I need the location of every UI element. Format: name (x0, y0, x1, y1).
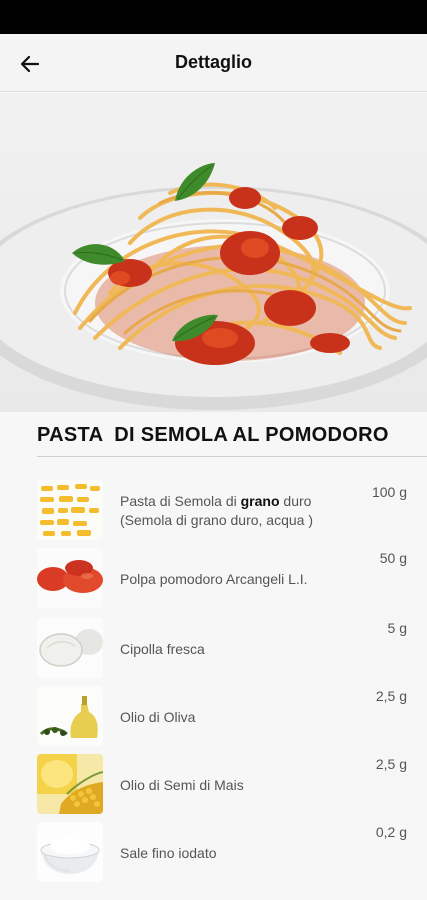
ingredient-name: Pasta di Semola di grano duro (Semola di… (120, 493, 313, 528)
ingredient-name: Cipolla fresca (120, 641, 205, 657)
title-divider (37, 456, 427, 457)
page-title: Dettaglio (174, 52, 252, 72)
ingredient-quantity: 2,5 g (375, 688, 407, 704)
ingredient-name: Polpa pomodoro Arcangeli L.I. (120, 571, 308, 587)
ingredient-name: Sale fino iodato (120, 845, 217, 861)
ingredient-row: Sale fino iodato 0,2 g (0, 822, 427, 884)
tomato-icon (37, 548, 103, 608)
ingredient-row: Polpa pomodoro Arcangeli L.I. 50 g (0, 548, 427, 610)
ingredient-row: Olio di Semi di Mais 2,5 g (0, 754, 427, 816)
ingredient-quantity: 0,2 g (375, 824, 407, 840)
olive-oil-icon (37, 686, 103, 746)
corn-oil-icon (37, 754, 103, 814)
status-bar (0, 0, 427, 34)
pasta-icon (37, 480, 103, 540)
ingredient-quantity: 2,5 g (375, 756, 407, 772)
ingredient-row: Cipolla fresca 5 g (0, 618, 427, 680)
ingredient-row: Olio di Oliva 2,5 g (0, 686, 427, 748)
ingredient-quantity: 50 g (379, 550, 407, 566)
app-bar: Dettaglio (0, 34, 427, 92)
recipe-photo (0, 93, 427, 412)
onion-icon (37, 618, 103, 678)
ingredient-quantity: 100 g (371, 484, 407, 500)
ingredient-row: Pasta di Semola di grano duro (Semola di… (0, 480, 427, 542)
ingredient-quantity: 5 g (387, 620, 407, 636)
salt-icon (37, 822, 103, 882)
ingredient-name: Olio di Semi di Mais (120, 777, 244, 793)
ingredient-name: Olio di Oliva (120, 709, 196, 725)
recipe-title: PASTA DI SEMOLA AL POMODORO (37, 424, 389, 446)
